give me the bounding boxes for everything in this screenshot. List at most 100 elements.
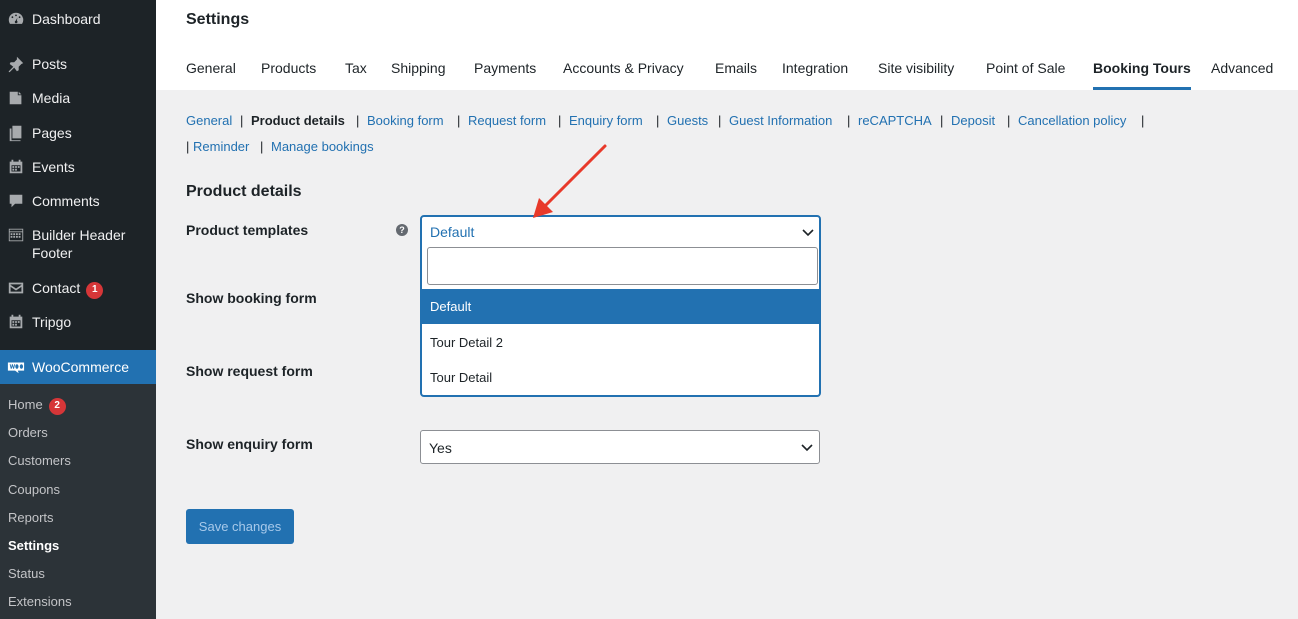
submenu-item-home[interactable]: Home 2: [8, 397, 66, 415]
sidebar-item-label: Tripgo: [32, 314, 72, 330]
submenu-item-settings[interactable]: Settings: [8, 538, 59, 554]
show-enquiry-form-label: Show enquiry form: [186, 436, 313, 452]
subnav-separator: |: [656, 113, 660, 128]
subnav-reminder[interactable]: Reminder: [193, 139, 249, 154]
subnav-recaptcha[interactable]: reCAPTCHA: [858, 113, 932, 128]
sidebar-item-tripgo[interactable]: Tripgo: [0, 313, 156, 331]
submenu-label: Home: [8, 397, 43, 412]
dropdown-option[interactable]: Default: [422, 289, 819, 324]
section-heading: Product details: [186, 183, 302, 200]
sidebar-item-media[interactable]: Media: [0, 89, 156, 107]
tab-booking-tours[interactable]: Booking Tours: [1093, 60, 1191, 90]
tab-site-visibility[interactable]: Site visibility: [878, 60, 954, 90]
submenu-item-orders[interactable]: Orders: [8, 425, 48, 441]
help-icon[interactable]: ?: [396, 224, 408, 236]
notification-badge: 2: [48, 397, 66, 415]
calendar-icon: [6, 158, 26, 176]
subnav-separator: |: [718, 113, 722, 128]
woo-icon: [6, 358, 26, 376]
calendar-icon: [6, 313, 26, 331]
sidebar-item-comments[interactable]: Comments: [0, 192, 156, 210]
submenu-item-extensions[interactable]: Extensions: [8, 594, 72, 610]
dropdown-option[interactable]: Tour Detail 2: [422, 325, 819, 360]
woocommerce-submenu: Home 2 Orders Customers Coupons Reports S…: [0, 384, 156, 619]
annotation-arrow-icon: [533, 144, 607, 218]
pages-icon: [6, 124, 26, 142]
sidebar-item-events[interactable]: Events: [0, 158, 156, 176]
show-enquiry-form-select[interactable]: Yes: [420, 430, 820, 464]
mail-icon: [6, 279, 26, 297]
sidebar-item-label: Contact: [32, 280, 81, 296]
submenu-item-coupons[interactable]: Coupons: [8, 482, 60, 498]
admin-sidebar: Dashboard Posts Media Pages Events Comme…: [0, 0, 164, 619]
subnav-booking-form[interactable]: Booking form: [367, 113, 444, 128]
sidebar-item-label: Media: [32, 90, 71, 106]
subnav-guest-information[interactable]: Guest Information: [729, 113, 832, 128]
submenu-item-customers[interactable]: Customers: [8, 453, 71, 469]
chevron-down-icon: [802, 229, 814, 237]
sidebar-item-pages[interactable]: Pages: [0, 124, 156, 142]
subnav-product-details[interactable]: Product details: [251, 113, 345, 128]
subnav-enquiry-form[interactable]: Enquiry form: [569, 113, 643, 128]
subnav-separator: |: [940, 113, 944, 128]
tab-products[interactable]: Products: [261, 60, 316, 90]
subnav-separator: |: [356, 113, 360, 128]
tab-payments[interactable]: Payments: [474, 60, 536, 90]
dropdown-option[interactable]: Tour Detail: [422, 360, 819, 395]
pin-icon: [6, 55, 26, 73]
submenu-item-status[interactable]: Status: [8, 566, 45, 582]
tab-emails[interactable]: Emails: [715, 60, 757, 90]
sidebar-item-label: Dashboard: [32, 11, 101, 27]
product-templates-label: Product templates: [186, 222, 309, 238]
subnav-separator: |: [457, 113, 461, 128]
tab-integration[interactable]: Integration: [782, 60, 848, 90]
tab-point-of-sale[interactable]: Point of Sale: [986, 60, 1065, 90]
subnav-separator: |: [847, 113, 851, 128]
sidebar-item-dashboard[interactable]: Dashboard: [0, 10, 156, 28]
subnav-separator: |: [558, 113, 562, 128]
subnav-separator: |: [260, 139, 264, 154]
subnav-guests[interactable]: Guests: [667, 113, 708, 128]
tab-tax[interactable]: Tax: [345, 60, 367, 90]
submenu-item-reports[interactable]: Reports: [8, 510, 54, 526]
current-menu-arrow: [156, 359, 164, 375]
tab-accounts-privacy[interactable]: Accounts & Privacy: [563, 60, 684, 90]
subnav-manage-bookings[interactable]: Manage bookings: [271, 139, 374, 154]
subnav-general[interactable]: General: [186, 113, 232, 128]
product-templates-select[interactable]: Default Default Tour Detail 2 Tour Detai…: [420, 215, 821, 397]
subnav-deposit[interactable]: Deposit: [951, 113, 995, 128]
sidebar-item-label: Events: [32, 159, 75, 175]
sidebar-item-label: Posts: [32, 56, 68, 72]
sidebar-item-contact[interactable]: Contact 1: [0, 279, 156, 299]
tab-general[interactable]: General: [186, 60, 236, 90]
show-request-form-label: Show request form: [186, 363, 313, 379]
subnav-separator: |: [240, 113, 244, 128]
tab-advanced[interactable]: Advanced: [1211, 60, 1273, 90]
tab-shipping[interactable]: Shipping: [391, 60, 446, 90]
page-title: Settings: [186, 11, 250, 28]
dashboard-icon: [6, 10, 26, 28]
subnav-cancellation-policy[interactable]: Cancellation policy: [1018, 113, 1126, 128]
sidebar-item-label: Pages: [32, 125, 72, 141]
notification-badge: 1: [86, 281, 104, 299]
subnav-separator: |: [1141, 113, 1145, 128]
save-changes-button[interactable]: Save changes: [186, 509, 294, 544]
subnav-request-form[interactable]: Request form: [468, 113, 546, 128]
sidebar-item-posts[interactable]: Posts: [0, 55, 156, 73]
show-booking-form-label: Show booking form: [186, 290, 317, 306]
comment-icon: [6, 192, 26, 210]
subnav-separator: |: [1007, 113, 1011, 128]
selected-value: Yes: [429, 440, 452, 456]
subnav-separator: |: [186, 139, 190, 154]
media-icon: [6, 89, 26, 107]
settings-header: Settings General Products Tax Shipping P…: [156, 0, 1298, 90]
sidebar-item-builder-header-footer[interactable]: Builder Header Footer: [0, 226, 156, 262]
sidebar-item-label: Comments: [32, 193, 100, 209]
sidebar-item-label: Builder Header Footer: [32, 227, 126, 261]
grid-icon: [6, 226, 26, 244]
selected-value: Default: [430, 224, 475, 240]
sidebar-item-label: WooCommerce: [32, 359, 129, 375]
chevron-down-icon: [801, 444, 813, 452]
sidebar-item-woocommerce[interactable]: WooCommerce: [0, 350, 164, 384]
dropdown-search-input[interactable]: [427, 247, 818, 285]
